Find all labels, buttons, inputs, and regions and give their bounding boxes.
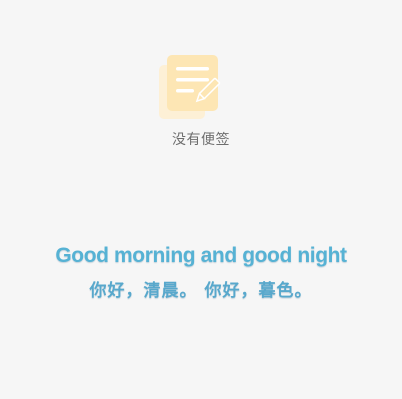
empty-notes-label: 没有便签 <box>172 132 230 148</box>
quote-english: Good morning and good night <box>55 244 347 267</box>
note-pencil-icon <box>159 55 221 119</box>
quote-chinese: 你好，清晨。 你好，暮色。 <box>89 281 313 301</box>
empty-notes-state: 没有便签 <box>0 0 402 160</box>
